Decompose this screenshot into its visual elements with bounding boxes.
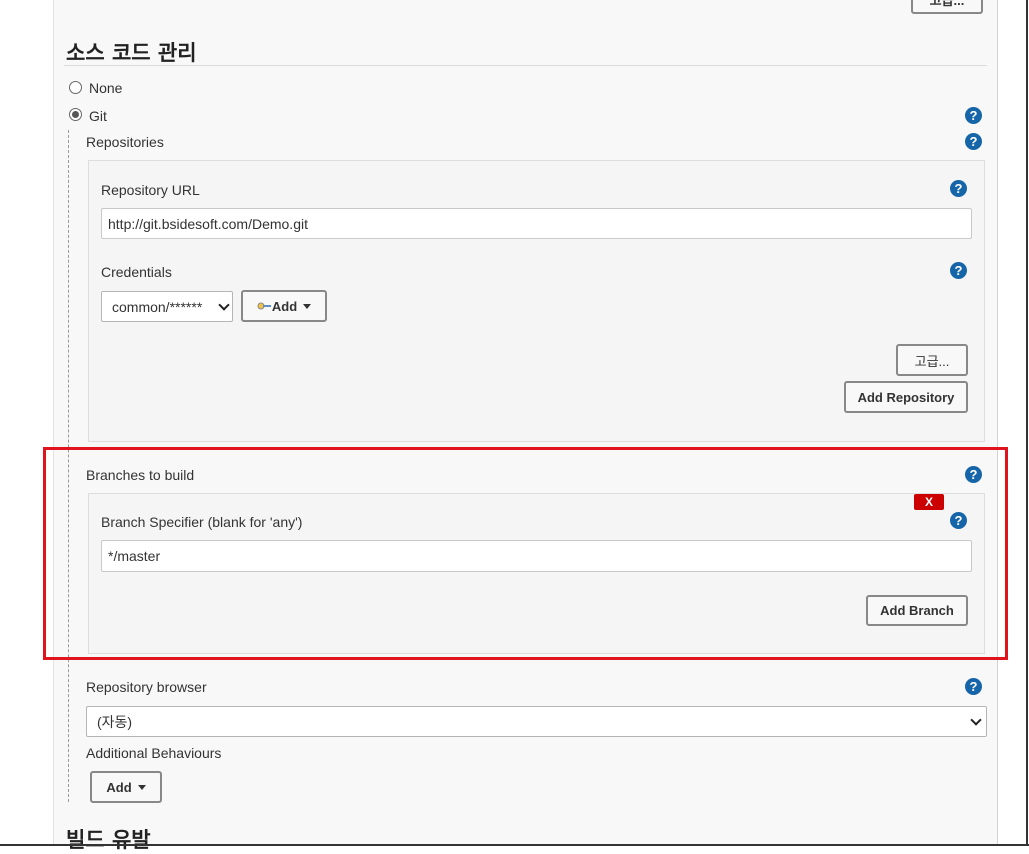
caret-down-icon xyxy=(137,784,146,790)
caret-down-icon xyxy=(303,303,312,309)
scm-none-radio[interactable] xyxy=(69,81,82,94)
add-behaviour-label: Add xyxy=(106,779,132,795)
credentials-value: common/****** xyxy=(112,298,203,315)
scm-none-label: None xyxy=(89,80,123,96)
repository-browser-select[interactable]: (자동) xyxy=(86,706,987,737)
branches-label: Branches to build xyxy=(86,467,195,483)
scm-git-radio[interactable] xyxy=(69,108,82,121)
additional-behaviours-label: Additional Behaviours xyxy=(86,745,222,761)
add-repository-button[interactable]: Add Repository xyxy=(844,381,968,413)
chevron-down-icon xyxy=(218,298,230,311)
branch-specifier-label: Branch Specifier (blank for 'any') xyxy=(101,514,303,530)
credentials-help-icon[interactable]: ? xyxy=(950,262,967,279)
branches-help-icon[interactable]: ? xyxy=(965,466,982,483)
chevron-down-icon xyxy=(970,713,982,726)
add-branch-button[interactable]: Add Branch xyxy=(866,595,968,626)
repositories-help-icon[interactable]: ? xyxy=(965,133,982,150)
section-divider xyxy=(64,65,987,66)
add-behaviour-button[interactable]: Add xyxy=(90,771,162,803)
repository-browser-value: (자동) xyxy=(97,713,133,730)
advanced-button-top[interactable]: 고급... xyxy=(911,0,983,14)
advanced-button[interactable]: 고급... xyxy=(896,344,968,376)
branch-specifier-input[interactable]: */master xyxy=(101,540,972,572)
git-help-icon[interactable]: ? xyxy=(965,107,982,124)
window-right-edge xyxy=(1026,0,1028,846)
delete-branch-button[interactable]: X xyxy=(914,494,944,510)
repository-browser-help-icon[interactable]: ? xyxy=(965,678,982,695)
build-triggers-section-title: 빌드 유발 xyxy=(66,828,151,852)
credentials-select[interactable]: common/****** xyxy=(101,291,233,322)
repository-url-label: Repository URL xyxy=(101,182,200,198)
repositories-label: Repositories xyxy=(86,134,164,150)
scm-section-title: 소스 코드 관리 xyxy=(66,41,197,65)
repository-url-input[interactable]: http://git.bsidesoft.com/Demo.git xyxy=(101,208,972,239)
branch-specifier-help-icon[interactable]: ? xyxy=(950,512,967,529)
add-credentials-label: Add xyxy=(271,298,298,314)
add-credentials-button[interactable]: Add xyxy=(241,290,327,322)
key-icon xyxy=(257,302,271,310)
repository-url-help-icon[interactable]: ? xyxy=(950,180,967,197)
repository-browser-label: Repository browser xyxy=(86,679,207,695)
scm-git-label: Git xyxy=(89,108,107,124)
credentials-label: Credentials xyxy=(101,264,172,280)
